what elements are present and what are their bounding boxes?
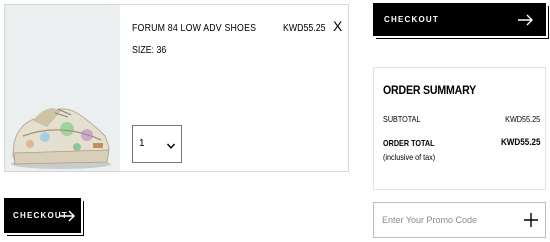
arrow-right-icon	[60, 209, 76, 227]
cart-item-card: FORUM 84 LOW ADV SHOES KWD55.25 X SIZE: …	[4, 4, 349, 172]
subtotal-label: SUBTOTAL	[383, 114, 421, 124]
order-total-label: ORDER TOTAL	[383, 138, 435, 148]
remove-item-button[interactable]: X	[333, 19, 342, 33]
checkout-label: CHECKOUT	[384, 15, 439, 24]
product-price: KWD55.25	[283, 23, 326, 34]
promo-code-input[interactable]	[382, 211, 512, 229]
subtotal-value: KWD55.25	[505, 114, 540, 124]
product-size: SIZE: 36	[132, 45, 167, 56]
order-summary-title: ORDER SUMMARY	[383, 85, 477, 97]
tax-note: (inclusive of tax)	[383, 152, 436, 162]
promo-code-box	[373, 202, 546, 238]
checkout-button-bottom[interactable]: CHECKOUT	[4, 198, 81, 233]
chevron-down-icon	[166, 138, 176, 156]
product-image[interactable]	[5, 5, 120, 171]
sneaker-icon	[5, 5, 120, 171]
order-summary-panel: ORDER SUMMARY SUBTOTAL KWD55.25 ORDER TO…	[373, 67, 546, 190]
quantity-value: 1	[139, 138, 145, 149]
plus-icon[interactable]	[524, 213, 538, 232]
product-name[interactable]: FORUM 84 LOW ADV SHOES	[132, 23, 256, 34]
checkout-button-top[interactable]: CHECKOUT	[373, 3, 546, 36]
quantity-select[interactable]: 1	[132, 125, 182, 163]
order-total-value: KWD55.25	[500, 137, 540, 148]
arrow-right-icon	[518, 13, 534, 31]
